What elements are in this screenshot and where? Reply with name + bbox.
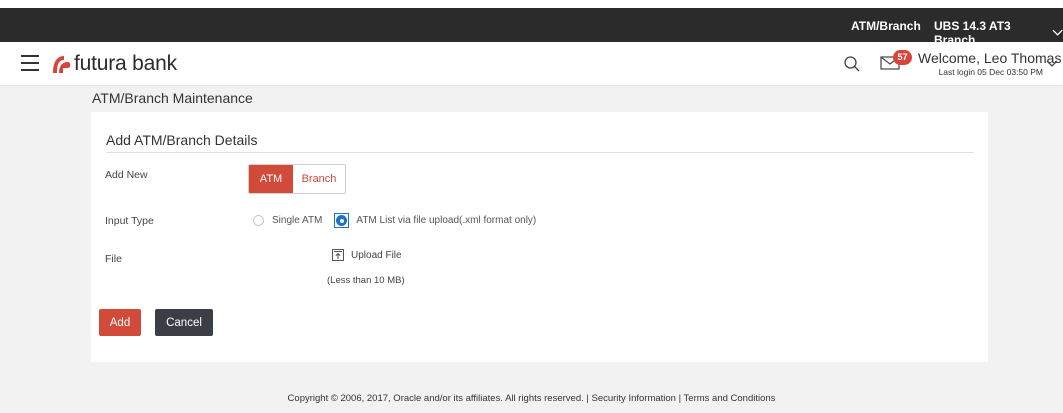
welcome-text: Welcome, Leo Thomas xyxy=(918,50,1062,66)
file-upload-label[interactable]: ATM List via file upload(.xml format onl… xyxy=(356,215,536,226)
input-type-label: Input Type xyxy=(105,215,154,227)
chevron-down-icon xyxy=(1052,29,1063,36)
footer: Copyright © 2006, 2017, Oracle and/or it… xyxy=(287,393,776,404)
upload-icon xyxy=(332,249,344,261)
header: futura bank 57 Welcome, Leo Thomas Last … xyxy=(0,42,1063,86)
single-atm-label[interactable]: Single ATM xyxy=(272,215,322,226)
branch-option-button[interactable]: Branch xyxy=(293,165,345,193)
logo[interactable]: futura bank xyxy=(50,52,177,76)
file-label: File xyxy=(105,253,122,265)
last-login-text: Last login 05 Dec 03:50 PM xyxy=(938,67,1043,77)
divider xyxy=(106,152,974,153)
section-title: Add ATM/Branch Details xyxy=(106,132,258,148)
top-bar: ATM/Branch UBS 14.3 AT3 Branch xyxy=(0,8,1063,47)
top-strip xyxy=(0,0,1063,8)
page-title: ATM/Branch Maintenance xyxy=(92,90,253,106)
brand-name: futura bank xyxy=(74,52,177,75)
menu-icon[interactable] xyxy=(21,55,39,71)
file-upload-radio[interactable] xyxy=(334,213,350,228)
chevron-down-icon[interactable] xyxy=(1046,60,1058,68)
add-new-toggle: ATM Branch xyxy=(248,164,346,194)
futura-logo-icon xyxy=(53,56,71,73)
add-new-label: Add New xyxy=(105,169,148,181)
single-atm-radio[interactable] xyxy=(253,215,264,226)
upload-file-button[interactable]: Upload File xyxy=(332,249,402,261)
search-icon[interactable] xyxy=(843,55,861,73)
cancel-button[interactable]: Cancel xyxy=(155,309,213,336)
atm-option-button[interactable]: ATM xyxy=(249,165,293,193)
atm-branch-link[interactable]: ATM/Branch xyxy=(851,19,921,33)
user-menu[interactable]: Welcome, Leo Thomas Last login 05 Dec 03… xyxy=(918,50,1062,77)
form-card: Add ATM/Branch Details Add New ATM Branc… xyxy=(91,112,988,362)
add-button[interactable]: Add xyxy=(99,309,141,336)
input-type-radio-group: Single ATM ATM List via file upload(.xml… xyxy=(253,213,536,228)
upload-file-label: Upload File xyxy=(351,249,402,261)
notification-badge[interactable]: 57 xyxy=(893,50,912,65)
upload-size-hint: (Less than 10 MB) xyxy=(327,275,405,286)
